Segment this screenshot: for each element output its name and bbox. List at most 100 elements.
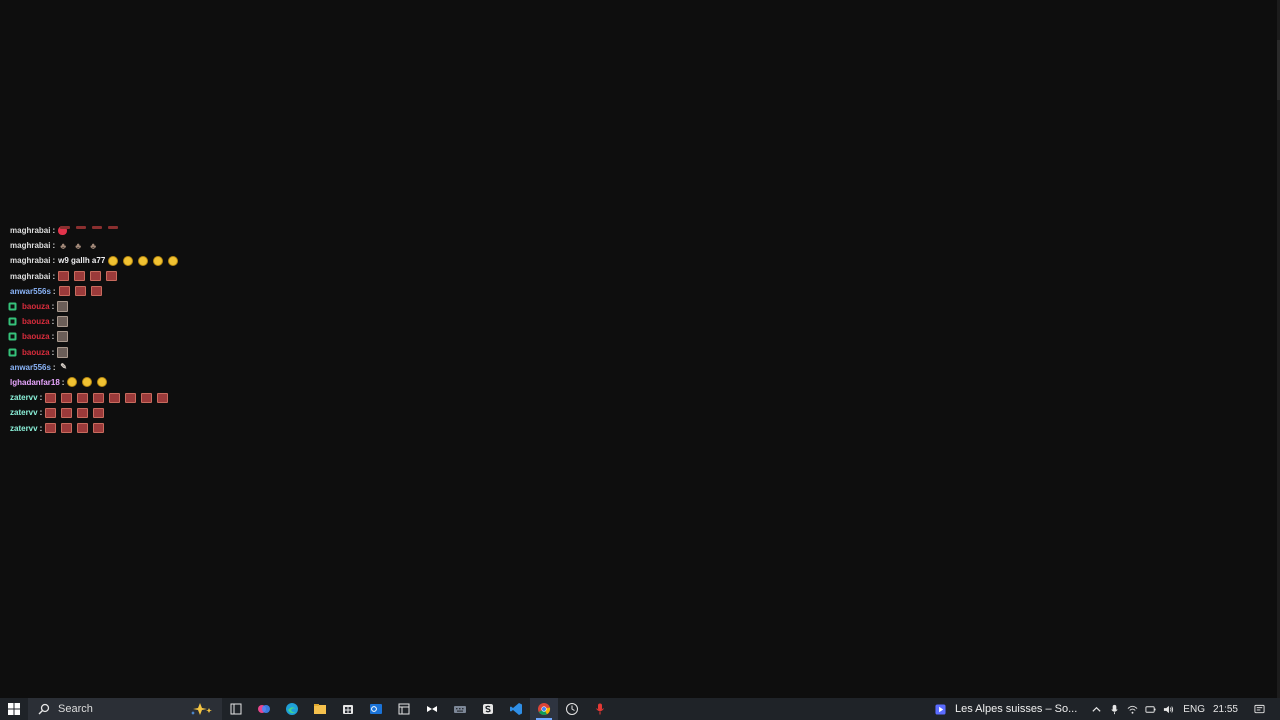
chat-username[interactable]: maghrabai bbox=[10, 272, 50, 281]
chat-message: maghrabai: ♣ ♣ ♣ bbox=[8, 238, 308, 253]
block-emote-icon bbox=[61, 392, 73, 403]
chat-message: baouza: bbox=[8, 329, 308, 344]
search-icon bbox=[38, 703, 50, 715]
chat-message: zatervv: bbox=[8, 420, 308, 435]
chat-emote-group bbox=[45, 392, 169, 403]
chat-emote-group bbox=[108, 255, 179, 266]
file-explorer-icon bbox=[313, 702, 327, 716]
store-taskbar-button[interactable] bbox=[334, 698, 362, 720]
notification-center-button[interactable] bbox=[1250, 698, 1268, 720]
show-hidden-icons-button[interactable] bbox=[1087, 698, 1105, 720]
chat-username[interactable]: anwar556s bbox=[10, 363, 51, 372]
chat-emote-group bbox=[58, 286, 102, 297]
laugh-emote-icon bbox=[153, 255, 164, 266]
subscriber-badge-icon[interactable] bbox=[8, 317, 17, 326]
chat-message: maghrabai: bbox=[8, 269, 308, 284]
keyboard-icon bbox=[453, 702, 467, 716]
chevron-up-icon bbox=[1092, 706, 1101, 712]
media-app-taskbar-button[interactable] bbox=[390, 698, 418, 720]
chat-message: baouza: bbox=[8, 299, 308, 314]
block-emote-icon bbox=[109, 392, 121, 403]
block-emote-icon bbox=[106, 271, 118, 282]
chat-emote-group: ♣ ♣ ♣ bbox=[58, 241, 98, 251]
microphone-app-icon bbox=[593, 702, 607, 716]
chat-username[interactable]: zatervv bbox=[10, 408, 38, 417]
start-button[interactable] bbox=[0, 698, 28, 720]
microphone-tray-button[interactable] bbox=[1105, 698, 1123, 720]
network-tray-button[interactable] bbox=[1123, 698, 1141, 720]
block-emote-icon bbox=[45, 392, 57, 403]
chat-message: zatervv: bbox=[8, 405, 308, 420]
chat-separator: : bbox=[52, 286, 56, 296]
outlook-taskbar-button[interactable] bbox=[362, 698, 390, 720]
block-emote-icon bbox=[141, 392, 153, 403]
laugh-emote-icon bbox=[67, 377, 78, 388]
chat-username[interactable]: lghadanfar18 bbox=[10, 378, 60, 387]
chrome-taskbar-button[interactable] bbox=[530, 698, 558, 720]
chat-username[interactable]: baouza bbox=[22, 348, 50, 357]
chat-username[interactable]: maghrabai bbox=[10, 226, 50, 235]
thumb-emote-icon: ♣ bbox=[75, 240, 82, 251]
chat-username[interactable]: maghrabai bbox=[10, 241, 50, 250]
chat-message: lghadanfar18: bbox=[8, 375, 308, 390]
block-emote-icon bbox=[157, 392, 169, 403]
chat-emote-group bbox=[67, 377, 108, 388]
flag-emote-icon bbox=[57, 331, 69, 343]
block-emote-icon bbox=[93, 392, 105, 403]
app-s-taskbar-button[interactable] bbox=[474, 698, 502, 720]
chat-separator: : bbox=[52, 241, 56, 251]
capcut-taskbar-button[interactable] bbox=[418, 698, 446, 720]
media-widget-button[interactable] bbox=[931, 698, 949, 720]
chat-separator: : bbox=[51, 317, 55, 327]
chat-emote-group: ✎ bbox=[59, 362, 69, 372]
edge-icon bbox=[285, 702, 299, 716]
chat-username[interactable]: baouza bbox=[22, 302, 50, 311]
edge-taskbar-button[interactable] bbox=[278, 698, 306, 720]
chat-message-text: w9 gallh a77 bbox=[58, 256, 106, 266]
copilot-taskbar-button[interactable] bbox=[250, 698, 278, 720]
chat-username[interactable]: zatervv bbox=[10, 393, 38, 402]
thumb-emote-icon: ♣ bbox=[60, 240, 67, 251]
keyboard-taskbar-button[interactable] bbox=[446, 698, 474, 720]
file-explorer-taskbar-button[interactable] bbox=[306, 698, 334, 720]
vscode-icon bbox=[509, 702, 523, 716]
input-language-indicator[interactable]: ENG bbox=[1183, 704, 1205, 715]
chat-message: maghrabai: bbox=[8, 223, 308, 238]
task-view-taskbar-button[interactable] bbox=[222, 698, 250, 720]
chat-clipped-row bbox=[60, 216, 308, 229]
microphone-app-taskbar-button[interactable] bbox=[586, 698, 614, 720]
laugh-emote-icon bbox=[168, 255, 179, 266]
clock-app-taskbar-button[interactable] bbox=[558, 698, 586, 720]
chat-username[interactable]: maghrabai bbox=[10, 256, 50, 265]
subscriber-badge-icon[interactable] bbox=[8, 302, 17, 311]
media-title[interactable]: Les Alpes suisses – So... bbox=[955, 703, 1077, 715]
block-emote-icon bbox=[74, 286, 86, 297]
chat-separator: : bbox=[51, 332, 55, 342]
volume-tray-button[interactable] bbox=[1159, 698, 1177, 720]
subscriber-badge-icon[interactable] bbox=[8, 332, 17, 341]
taskbar-search-box[interactable]: Search bbox=[28, 698, 222, 720]
block-emote-icon bbox=[45, 407, 57, 418]
laugh-emote-icon bbox=[97, 377, 108, 388]
copilot-sparkle-icon[interactable] bbox=[190, 702, 214, 716]
vscode-taskbar-button[interactable] bbox=[502, 698, 530, 720]
clock-app-icon bbox=[565, 702, 579, 716]
chat-username[interactable]: baouza bbox=[22, 332, 50, 341]
device-tray-button[interactable] bbox=[1141, 698, 1159, 720]
app-s-icon bbox=[481, 702, 495, 716]
subscriber-badge-icon[interactable] bbox=[8, 348, 17, 357]
block-emote-icon bbox=[125, 392, 137, 403]
chat-username[interactable]: anwar556s bbox=[10, 287, 51, 296]
chat-username[interactable]: baouza bbox=[22, 317, 50, 326]
block-emote-icon bbox=[61, 407, 73, 418]
clock[interactable]: 21:55 bbox=[1213, 704, 1238, 715]
chat-message: baouza: bbox=[8, 345, 308, 360]
chat-separator: : bbox=[52, 362, 56, 372]
chat-username[interactable]: zatervv bbox=[10, 424, 38, 433]
microphone-icon bbox=[1111, 704, 1118, 714]
laugh-emote-icon bbox=[82, 377, 93, 388]
copilot-icon bbox=[257, 702, 271, 716]
chat-separator: : bbox=[52, 271, 56, 281]
chat-message: maghrabai: w9 gallh a77 bbox=[8, 253, 308, 268]
chat-separator: : bbox=[39, 393, 43, 403]
